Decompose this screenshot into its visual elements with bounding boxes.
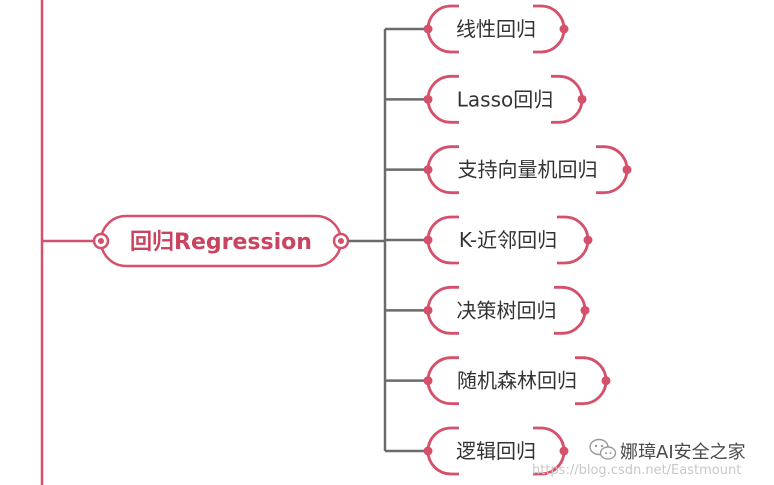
root-node[interactable]: 回归Regression	[92, 214, 350, 268]
child-node[interactable]: 线性回归	[385, 4, 569, 54]
child-left-dot	[423, 165, 433, 175]
child-right-dot	[559, 24, 569, 34]
child-left-dot	[423, 376, 433, 386]
child-right-dot	[577, 94, 587, 104]
child-node-label: 决策树回归	[457, 298, 557, 322]
child-node[interactable]: 随机森林回归	[385, 356, 611, 406]
child-right-dot	[580, 305, 590, 315]
watermark-url: https://blog.csdn.net/Eastmount	[532, 463, 741, 478]
child-node[interactable]: Lasso回归	[385, 74, 587, 124]
child-node-label: K-近邻回归	[459, 228, 557, 252]
child-left-dot	[423, 446, 433, 456]
child-right-dot	[622, 165, 632, 175]
child-node-label: 线性回归	[456, 17, 536, 41]
child-nodes-layer: 线性回归 Lasso回归支持向量机回归 K-近邻回归决策树回归随机森林回归逻辑回归	[385, 4, 632, 476]
root-left-knob-dot	[98, 238, 104, 244]
child-left-dot	[423, 24, 433, 34]
child-left-dot	[423, 94, 433, 104]
watermark-brand: 娜璋AI安全之家	[620, 442, 746, 463]
child-node-label: Lasso回归	[457, 87, 553, 111]
child-node-label: 支持向量机回归	[458, 158, 598, 182]
wechat-icon	[589, 438, 617, 460]
child-node[interactable]: 支持向量机回归	[385, 145, 632, 195]
child-left-dot	[423, 235, 433, 245]
child-node-label: 逻辑回归	[456, 439, 536, 463]
child-right-dot	[601, 376, 611, 386]
root-node-label: 回归Regression	[130, 230, 312, 255]
root-right-knob-dot	[338, 238, 344, 244]
child-node-label: 随机森林回归	[457, 369, 577, 393]
mindmap-canvas: 回归Regression 线性回归 Lasso回归支持向量机回归 K-近邻回归决策树…	[40, 0, 746, 485]
child-node[interactable]: K-近邻回归	[385, 215, 593, 265]
child-right-dot	[583, 235, 593, 245]
child-left-dot	[423, 305, 433, 315]
child-node[interactable]: 决策树回归	[385, 285, 590, 335]
child-right-dot	[559, 446, 569, 456]
